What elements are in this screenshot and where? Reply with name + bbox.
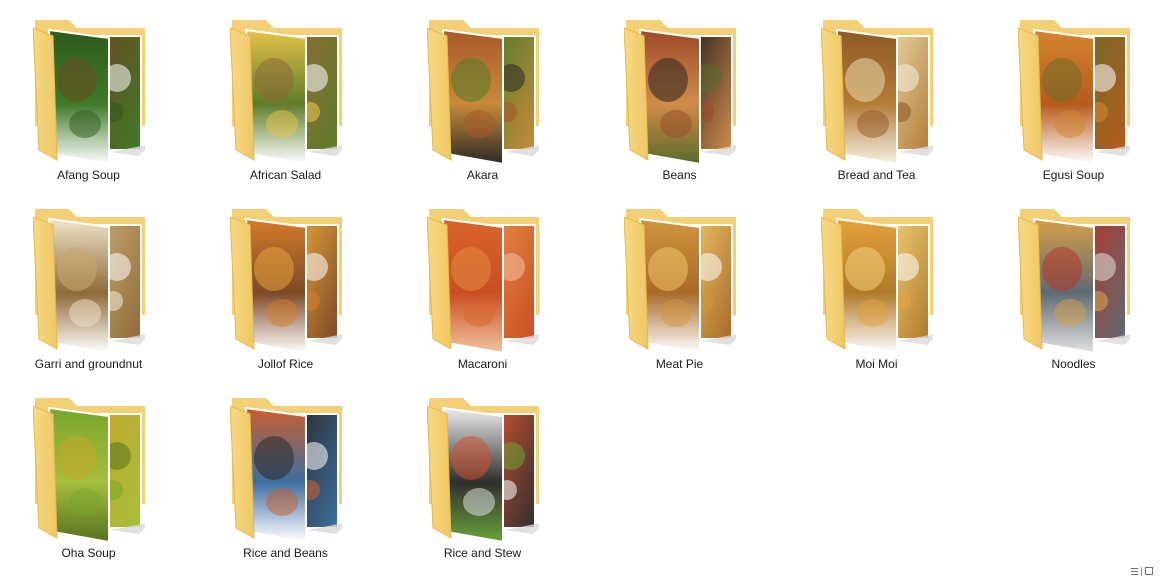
folder-label: Bread and Tea (837, 168, 916, 182)
folder-icon (624, 14, 736, 164)
folder-item[interactable]: Moi Moi (778, 189, 975, 378)
folder-item[interactable]: Noodles (975, 189, 1161, 378)
folder-icon (427, 392, 539, 542)
folder-item[interactable]: Rice and Stew (384, 378, 581, 567)
folder-label: Oha Soup (61, 546, 116, 560)
details-view-icon[interactable] (1131, 567, 1139, 575)
view-separator (1141, 566, 1143, 576)
file-explorer-content: Afang Soup African Salad Akara Beans Bre… (0, 0, 1161, 579)
folder-item[interactable]: African Salad (187, 0, 384, 189)
folder-label: African Salad (249, 168, 322, 182)
folder-item[interactable]: Afang Soup (0, 0, 187, 189)
folder-label: Egusi Soup (1042, 168, 1105, 182)
folder-icon (33, 392, 145, 542)
folder-item[interactable]: Bread and Tea (778, 0, 975, 189)
view-toggle (1131, 565, 1153, 577)
folder-label: Akara (466, 168, 499, 182)
folder-icon (821, 203, 933, 353)
folder-item[interactable]: Jollof Rice (187, 189, 384, 378)
folder-icon (33, 14, 145, 164)
folder-label: Afang Soup (57, 168, 120, 182)
folder-icon (427, 203, 539, 353)
folder-icon (230, 203, 342, 353)
folder-icon (230, 392, 342, 542)
folder-icon (33, 203, 145, 353)
large-icons-view-icon[interactable] (1145, 567, 1153, 575)
folder-label: Noodles (1051, 357, 1096, 371)
folder-label: Beans (662, 168, 697, 182)
folder-label: Meat Pie (655, 357, 704, 371)
folder-item[interactable]: Macaroni (384, 189, 581, 378)
folder-label: Rice and Beans (243, 546, 328, 560)
folder-item[interactable]: Akara (384, 0, 581, 189)
folder-label: Garri and groundnut (34, 357, 143, 371)
folder-icon (624, 203, 736, 353)
folder-item[interactable]: Beans (581, 0, 778, 189)
folder-label: Macaroni (457, 357, 508, 371)
folder-grid: Afang Soup African Salad Akara Beans Bre… (0, 0, 1161, 567)
folder-icon (427, 14, 539, 164)
folder-item[interactable]: Oha Soup (0, 378, 187, 567)
folder-label: Jollof Rice (257, 357, 314, 371)
folder-label: Moi Moi (855, 357, 898, 371)
folder-item[interactable]: Garri and groundnut (0, 189, 187, 378)
folder-item[interactable]: Rice and Beans (187, 378, 384, 567)
folder-item[interactable]: Meat Pie (581, 189, 778, 378)
folder-icon (1018, 14, 1130, 164)
folder-label: Rice and Stew (443, 546, 522, 560)
folder-item[interactable]: Egusi Soup (975, 0, 1161, 189)
folder-icon (1018, 203, 1130, 353)
folder-icon (821, 14, 933, 164)
folder-icon (230, 14, 342, 164)
